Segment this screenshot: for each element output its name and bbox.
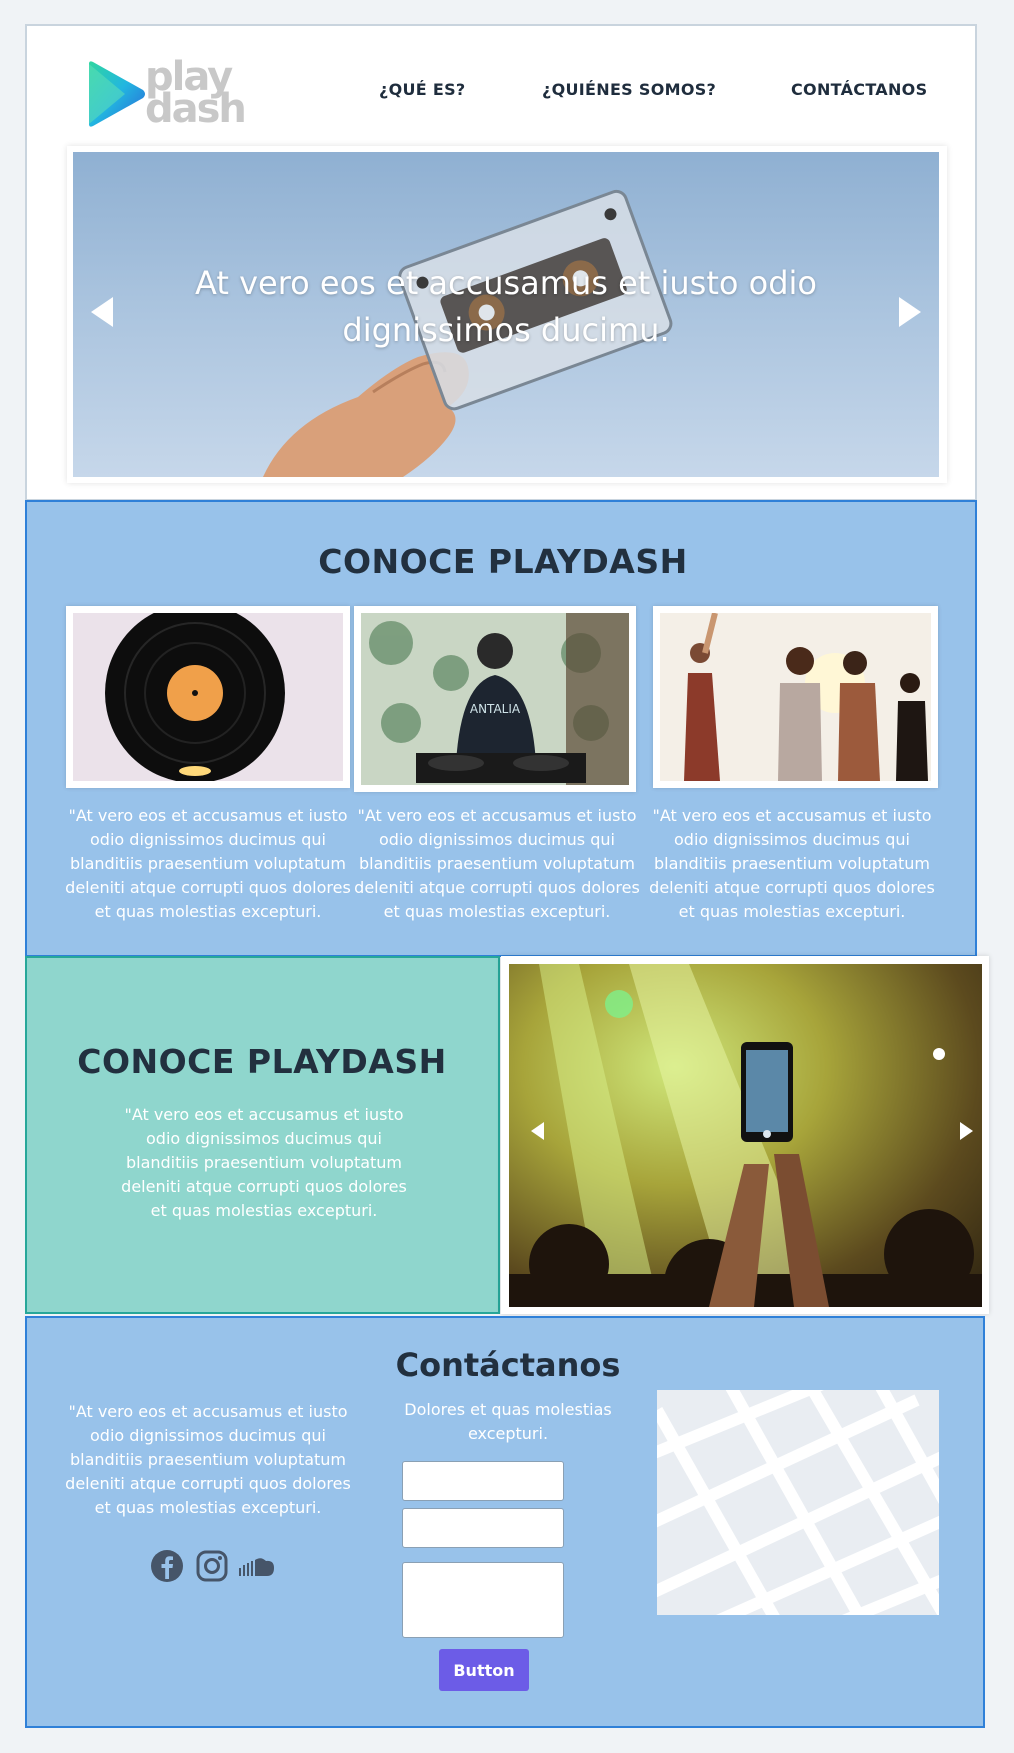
contact-title: Contáctanos xyxy=(395,1346,621,1384)
concert-prev-arrow-icon[interactable] xyxy=(531,1122,544,1140)
nav-link-que-es[interactable]: ¿QUÉ ES? xyxy=(379,80,466,99)
hero-caption: At vero eos et accusamus et iusto odio d… xyxy=(195,264,817,349)
photo-card-dancing xyxy=(653,606,938,788)
section-text: "At vero eos et accusamus et iusto odio … xyxy=(121,1105,407,1220)
logo-word-dash: dash xyxy=(145,86,247,132)
header-hero-section: play dash ¿QUÉ ES? ¿QUIÉNES SOMOS? CONTÁ… xyxy=(25,24,977,501)
map-streets-illustration xyxy=(657,1390,939,1615)
vinyl-record-photo xyxy=(73,613,343,781)
section-title: CONOCE PLAYDASH xyxy=(318,542,688,581)
dancing-friends-photo xyxy=(660,613,931,781)
card-text-1: "At vero eos et accusamus et iusto odio … xyxy=(65,806,351,921)
concert-next-arrow-icon[interactable] xyxy=(960,1122,973,1140)
soundcloud-icon[interactable] xyxy=(237,1549,277,1583)
vinyl-record-illustration xyxy=(73,613,343,781)
contact-message-textarea[interactable] xyxy=(402,1562,564,1638)
hero-next-arrow-icon[interactable] xyxy=(899,297,921,327)
hero-prev-arrow-icon[interactable] xyxy=(91,297,113,327)
contact-text: "At vero eos et accusamus et iusto odio … xyxy=(65,1402,351,1517)
conoce-playdash-section: CONOCE PLAYDASH ANTALIA "At vero eos et … xyxy=(25,500,977,957)
photo-card-dj: ANTALIA xyxy=(354,606,636,792)
cassette-hero-image: At vero eos et accusamus et iusto odio d… xyxy=(73,152,939,477)
hero-carousel: At vero eos et accusamus et iusto odio d… xyxy=(67,146,947,483)
concert-carousel xyxy=(501,956,989,1314)
dancing-friends-illustration xyxy=(660,613,931,781)
playdash-logo[interactable]: play dash xyxy=(85,56,265,132)
concert-crowd-photo xyxy=(509,964,982,1307)
card-text-2: "At vero eos et accusamus et iusto odio … xyxy=(354,806,640,921)
instagram-icon[interactable] xyxy=(195,1549,229,1583)
contact-subtitle: Dolores et quas molestias excepturi. xyxy=(404,1400,612,1443)
nav-link-contactanos[interactable]: CONTÁCTANOS xyxy=(791,80,927,99)
contact-field-1[interactable] xyxy=(402,1461,564,1501)
card-text-3: "At vero eos et accusamus et iusto odio … xyxy=(649,806,935,921)
conoce-playdash-teal-section: CONOCE PLAYDASH "At vero eos et accusamu… xyxy=(25,956,500,1314)
photo-card-vinyl xyxy=(66,606,350,788)
facebook-icon[interactable] xyxy=(150,1549,184,1583)
location-map[interactable] xyxy=(657,1390,939,1615)
dj-illustration: ANTALIA xyxy=(361,613,629,785)
dj-turntable-photo: ANTALIA xyxy=(361,613,629,785)
section-title: CONOCE PLAYDASH xyxy=(77,1042,447,1081)
contact-field-2[interactable] xyxy=(402,1508,564,1548)
play-icon xyxy=(89,61,145,127)
svg-text:ANTALIA: ANTALIA xyxy=(470,702,521,716)
nav-link-quienes-somos[interactable]: ¿QUIÉNES SOMOS? xyxy=(542,80,716,99)
concert-illustration xyxy=(509,964,982,1307)
submit-button[interactable]: Button xyxy=(439,1649,529,1691)
contact-section: Contáctanos "At vero eos et accusamus et… xyxy=(25,1316,985,1728)
